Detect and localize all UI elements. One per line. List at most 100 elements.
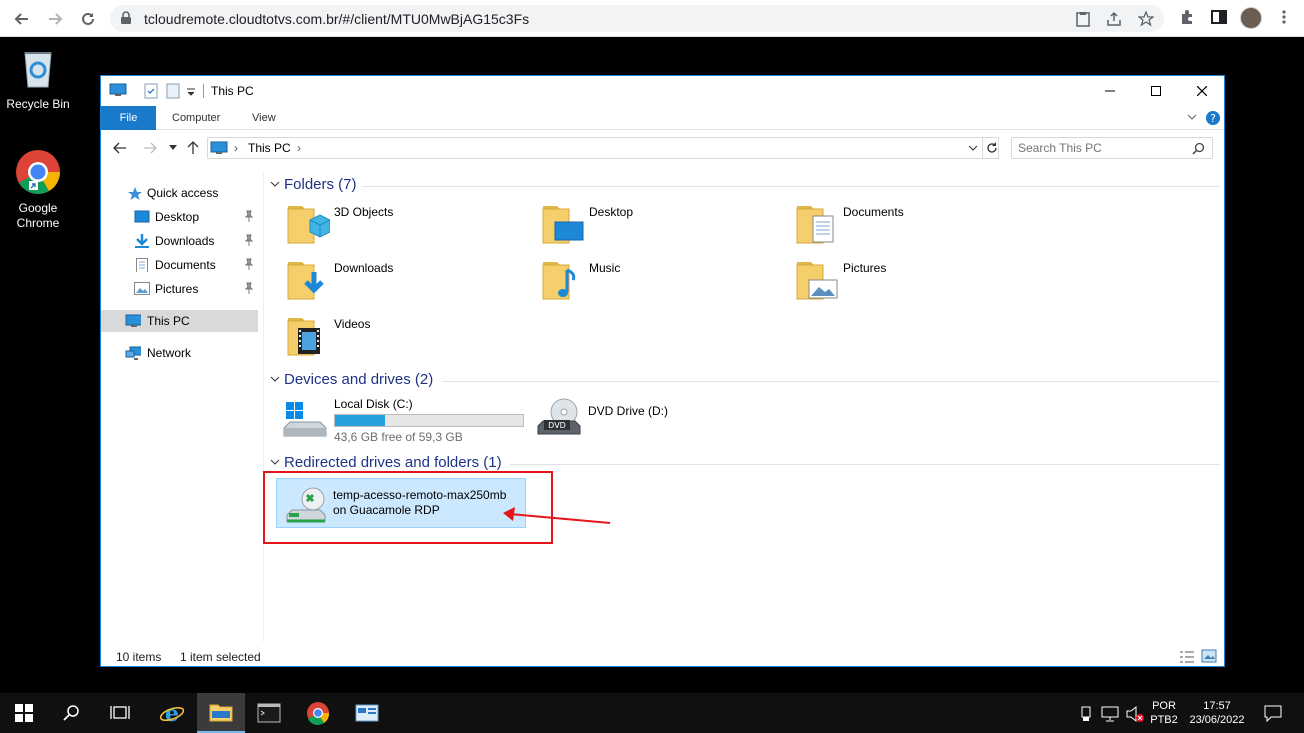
group-devices-header[interactable]: Devices and drives (2) bbox=[270, 371, 1220, 391]
dvd-drive-icon: DVD bbox=[537, 398, 581, 435]
task-view-button[interactable] bbox=[96, 693, 144, 733]
nav-label: Quick access bbox=[147, 186, 219, 200]
chevron-icon: › bbox=[297, 141, 301, 155]
lock-icon bbox=[121, 11, 131, 24]
folder-music[interactable]: Music bbox=[519, 254, 769, 304]
properties-icon[interactable] bbox=[144, 83, 158, 99]
nav-documents[interactable]: Documents bbox=[101, 254, 258, 276]
taskbar-google-chrome[interactable] bbox=[294, 693, 342, 733]
start-button[interactable] bbox=[0, 693, 48, 733]
recent-locations-icon[interactable] bbox=[169, 145, 177, 151]
usb-icon[interactable] bbox=[1080, 706, 1092, 722]
remote-desktop-icon bbox=[355, 704, 379, 722]
new-folder-icon[interactable] bbox=[166, 83, 180, 99]
download-arrow-icon bbox=[135, 234, 149, 248]
desktop-icon-label: Google Chrome bbox=[16, 201, 60, 230]
close-button[interactable] bbox=[1179, 76, 1225, 106]
tab-view[interactable]: View bbox=[252, 106, 276, 130]
nav-downloads[interactable]: Downloads bbox=[101, 230, 258, 252]
folder-documents[interactable]: Documents bbox=[773, 198, 1023, 248]
folder-pictures[interactable]: Pictures bbox=[773, 254, 1023, 304]
back-button[interactable] bbox=[10, 7, 34, 31]
close-icon bbox=[1197, 86, 1207, 96]
search-icon bbox=[63, 705, 79, 721]
pin-icon[interactable] bbox=[244, 210, 254, 222]
nav-network[interactable]: Network bbox=[101, 342, 258, 364]
search-input[interactable] bbox=[1018, 141, 1178, 155]
clipboard-icon[interactable] bbox=[1076, 11, 1090, 27]
star-icon[interactable] bbox=[1138, 11, 1154, 27]
customize-toolbar-icon[interactable] bbox=[186, 88, 196, 96]
reload-button[interactable] bbox=[76, 7, 100, 31]
tab-file[interactable]: File bbox=[101, 106, 156, 130]
search-icon[interactable] bbox=[1192, 142, 1205, 155]
folder-videos[interactable]: Videos bbox=[264, 310, 514, 360]
ribbon-tabs: File Computer View ? bbox=[101, 106, 1224, 130]
group-folders-header[interactable]: Folders (7) bbox=[270, 176, 1220, 196]
address-row: › This PC › bbox=[101, 134, 1224, 162]
taskbar-internet-explorer[interactable]: e bbox=[148, 693, 196, 733]
clock[interactable]: 17:57 23/06/2022 bbox=[1184, 699, 1250, 727]
nav-pictures[interactable]: Pictures bbox=[101, 278, 258, 300]
chevron-down-icon[interactable] bbox=[968, 145, 978, 152]
desktop-folder-icon bbox=[542, 206, 584, 244]
folder-label: 3D Objects bbox=[334, 205, 394, 219]
language-code: POR bbox=[1152, 700, 1176, 712]
taskbar-search-button[interactable] bbox=[48, 693, 96, 733]
pin-icon[interactable] bbox=[244, 282, 254, 294]
folder-label: Pictures bbox=[843, 261, 887, 275]
network-icon bbox=[125, 346, 141, 360]
drive-dvd-d[interactable]: DVD DVD Drive (D:) bbox=[530, 394, 780, 448]
taskbar-command-prompt[interactable] bbox=[245, 693, 293, 733]
chevron-down-icon bbox=[270, 181, 280, 187]
folder-desktop[interactable]: Desktop bbox=[519, 198, 769, 248]
pin-icon[interactable] bbox=[244, 258, 254, 270]
minimize-button[interactable] bbox=[1087, 76, 1133, 106]
folder-label: Documents bbox=[843, 205, 904, 219]
expand-ribbon-icon[interactable] bbox=[1187, 114, 1197, 122]
windows-logo-icon bbox=[15, 704, 33, 722]
share-icon[interactable] bbox=[1106, 11, 1122, 27]
volume-muted-icon[interactable] bbox=[1126, 705, 1144, 723]
folder-label: Videos bbox=[334, 317, 371, 331]
taskbar-file-explorer[interactable] bbox=[197, 693, 245, 733]
drive-local-disk-c[interactable]: Local Disk (C:) 43,6 GB free of 59,3 GB bbox=[276, 394, 526, 448]
nav-desktop[interactable]: Desktop bbox=[101, 206, 258, 228]
music-folder-icon bbox=[542, 262, 576, 300]
extensions-icon[interactable] bbox=[1179, 9, 1195, 25]
file-explorer-icon bbox=[209, 704, 233, 722]
help-icon[interactable]: ? bbox=[1205, 110, 1221, 126]
up-arrow-icon[interactable] bbox=[187, 141, 199, 155]
pin-icon[interactable] bbox=[244, 234, 254, 246]
language-indicator[interactable]: POR PTB2 bbox=[1149, 699, 1179, 727]
large-icons-view-icon[interactable] bbox=[1201, 649, 1217, 663]
back-arrow-icon[interactable] bbox=[113, 142, 127, 154]
computer-icon bbox=[109, 83, 127, 96]
more-menu-icon[interactable] bbox=[1276, 9, 1292, 25]
folder-downloads[interactable]: Downloads bbox=[264, 254, 514, 304]
address-bar[interactable]: tcloudremote.cloudtotvs.com.br/#/client/… bbox=[110, 5, 1164, 32]
forward-arrow-icon[interactable] bbox=[143, 142, 157, 154]
tab-computer[interactable]: Computer bbox=[172, 106, 220, 130]
folder-3d-objects[interactable]: 3D Objects bbox=[264, 198, 514, 248]
forward-button[interactable] bbox=[43, 7, 67, 31]
breadcrumb-this-pc[interactable]: This PC bbox=[248, 141, 291, 155]
nav-label: Network bbox=[147, 346, 192, 360]
browser-toolbar: tcloudremote.cloudtotvs.com.br/#/client/… bbox=[0, 0, 1304, 37]
maximize-button[interactable] bbox=[1133, 76, 1179, 106]
details-view-icon[interactable] bbox=[1179, 650, 1195, 664]
address-box[interactable]: › This PC › bbox=[207, 137, 999, 159]
desktop-icon-google-chrome[interactable]: Google Chrome bbox=[0, 149, 76, 231]
folder-label: Music bbox=[589, 261, 621, 275]
side-panel-icon[interactable] bbox=[1211, 9, 1227, 25]
nav-this-pc[interactable]: This PC bbox=[101, 310, 258, 332]
chevron-down-icon bbox=[270, 376, 280, 382]
nav-quick-access[interactable]: Quick access bbox=[101, 182, 258, 204]
refresh-icon[interactable] bbox=[985, 141, 999, 155]
star-icon bbox=[128, 187, 142, 200]
taskbar-remote-app[interactable] bbox=[343, 693, 391, 733]
avatar[interactable] bbox=[1240, 7, 1262, 29]
notifications-icon[interactable] bbox=[1264, 705, 1282, 722]
network-status-icon[interactable] bbox=[1101, 706, 1119, 722]
desktop-icon-recycle-bin[interactable]: Recycle Bin bbox=[0, 45, 76, 112]
